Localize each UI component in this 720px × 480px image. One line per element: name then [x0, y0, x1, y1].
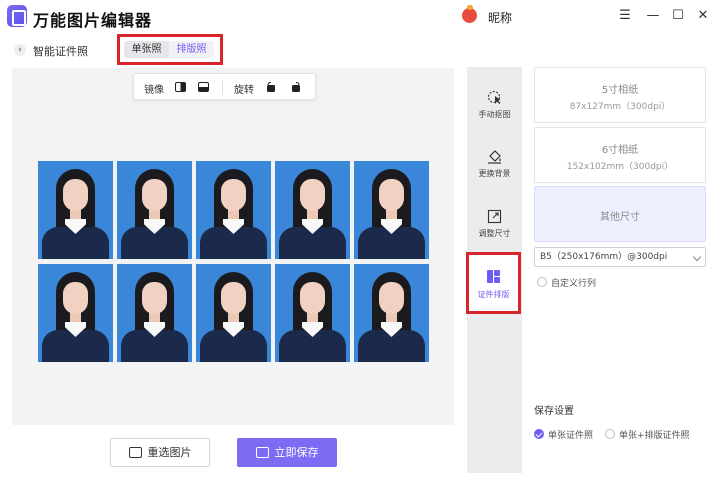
layout-grid-icon	[487, 270, 500, 283]
id-photo-thumbnail	[117, 264, 192, 362]
paint-bucket-icon	[488, 150, 501, 164]
save-label: 立即保存	[274, 446, 319, 459]
rail-item-manual-cutout[interactable]: 手动抠图	[467, 90, 522, 120]
paper-size-select[interactable]: B5（250x176mm）@300dpi	[534, 247, 706, 267]
id-photo-thumbnail	[354, 161, 429, 259]
chevron-down-icon	[692, 252, 702, 262]
mirror-label: 镜像	[144, 85, 164, 96]
tab-layout-photo[interactable]: 排版照	[169, 41, 214, 58]
mirror-horizontal-icon[interactable]	[175, 82, 186, 92]
id-photo-thumbnail	[275, 161, 350, 259]
size-option-5inch[interactable]: 5寸相纸 87x127mm（300dpi）	[534, 67, 706, 123]
rail-label: 证件排版	[477, 290, 510, 299]
size-name: 其他尺寸	[600, 212, 640, 223]
save-option-single-label: 单张证件照	[548, 431, 594, 441]
rail-item-change-background[interactable]: 更换背景	[467, 149, 522, 179]
download-icon	[255, 447, 269, 458]
size-option-other[interactable]: 其他尺寸	[534, 186, 706, 242]
size-spec: 87x127mm（300dpi）	[569, 102, 671, 112]
size-name: 5寸相纸	[601, 85, 639, 96]
image-icon	[128, 447, 142, 458]
page-title: 智能证件照	[33, 45, 88, 58]
id-photo-thumbnail	[275, 264, 350, 362]
avatar-icon[interactable]	[462, 5, 477, 23]
id-photo-thumbnail	[38, 264, 113, 362]
tab-single-photo[interactable]: 单张照	[124, 41, 169, 58]
resize-icon	[487, 209, 502, 224]
rail-item-resize[interactable]: 调整尺寸	[467, 209, 522, 239]
app-title: 万能图片编辑器	[33, 11, 153, 30]
rail-item-id-layout[interactable]: 证件排版	[466, 270, 521, 300]
id-photo-thumbnail	[354, 264, 429, 362]
save-now-button[interactable]: 立即保存	[237, 438, 337, 467]
rail-label: 更换背景	[478, 169, 511, 178]
id-photo-thumbnail	[117, 161, 192, 259]
save-option-single-radio[interactable]	[534, 429, 544, 439]
custom-rows-checkbox[interactable]	[537, 277, 547, 287]
back-icon[interactable]: ‹	[14, 44, 26, 56]
save-settings-title: 保存设置	[534, 406, 574, 417]
custom-rows-label: 自定义行列	[551, 279, 597, 289]
id-photo-layout-preview	[38, 161, 429, 363]
nickname[interactable]: 昵称	[488, 9, 512, 26]
save-option-both-label: 单张+排版证件照	[619, 431, 690, 441]
size-name: 6寸相纸	[601, 145, 639, 156]
save-option-both-radio[interactable]	[605, 429, 615, 439]
rotate-left-icon[interactable]	[266, 82, 277, 92]
transform-toolbar: 镜像 旋转	[133, 73, 316, 100]
id-photo-thumbnail	[196, 264, 271, 362]
id-photo-thumbnail	[196, 161, 271, 259]
mirror-vertical-icon[interactable]	[198, 82, 209, 92]
reselect-label: 重选图片	[147, 446, 192, 459]
cursor-icon	[487, 90, 501, 104]
app-logo-icon	[7, 5, 27, 27]
maximize-icon[interactable]: ☐	[670, 8, 686, 24]
size-spec: 152x102mm（300dpi）	[566, 162, 674, 172]
paper-size-value: B5（250x176mm）@300dpi	[540, 252, 668, 262]
rail-label: 调整尺寸	[478, 229, 511, 238]
minimize-icon[interactable]: —	[645, 8, 661, 24]
menu-icon[interactable]: ☰	[617, 8, 633, 24]
id-photo-thumbnail	[38, 161, 113, 259]
reselect-image-button[interactable]: 重选图片	[110, 438, 210, 467]
toolbar-divider	[222, 80, 223, 95]
rotate-right-icon[interactable]	[290, 82, 301, 92]
rail-label: 手动抠图	[478, 110, 511, 119]
close-icon[interactable]: ✕	[695, 8, 711, 24]
rotate-label: 旋转	[234, 85, 254, 96]
size-option-6inch[interactable]: 6寸相纸 152x102mm（300dpi）	[534, 127, 706, 183]
photo-mode-tabs: 单张照 排版照	[124, 41, 214, 58]
title-bar: 万能图片编辑器 昵称 ☰ — ☐ ✕	[0, 0, 720, 34]
